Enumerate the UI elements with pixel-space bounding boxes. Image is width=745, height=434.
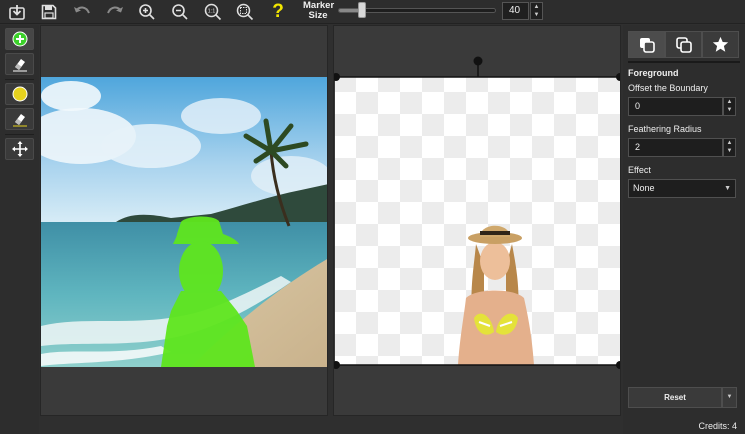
reset-button[interactable]: Reset (628, 387, 722, 408)
marker-size-label-line2: Size (308, 10, 328, 21)
marker-size-input[interactable]: 40 (502, 2, 529, 20)
reset-dropdown-button[interactable]: ▼ (722, 387, 737, 408)
layers-icon (639, 37, 655, 53)
effect-select-value: None (633, 183, 655, 193)
fit-window-button[interactable] (234, 2, 256, 22)
offset-label: Offset the Boundary (628, 83, 708, 93)
zoom-out-icon (172, 4, 188, 20)
redo-icon (107, 6, 123, 14)
panel-tabs (628, 31, 740, 58)
properties-panel: Foreground Offset the Boundary 0 ▲ ▼ Feat… (623, 25, 745, 434)
foreground-tab[interactable] (628, 31, 665, 58)
credits-counter: Credits: 4 (698, 421, 737, 431)
zoom-in-icon (139, 4, 155, 20)
feathering-label: Feathering Radius (628, 124, 702, 134)
star-icon (712, 36, 729, 52)
eraser-icon (12, 114, 27, 127)
marker-size-stepper[interactable]: ▲ ▼ (530, 2, 543, 20)
marker-size-label: Marker Size (303, 1, 334, 21)
result-canvas[interactable] (333, 25, 621, 416)
rotate-handle[interactable] (473, 56, 483, 66)
plus-circle-icon (12, 31, 27, 47)
effect-label: Effect (628, 165, 651, 175)
toolbar: 1:1 ? Marker Size 40 ▲ ▼ (0, 0, 745, 24)
marker-size-slider-thumb[interactable] (357, 2, 366, 18)
feathering-input[interactable]: 2 (628, 138, 723, 157)
fit-to-window-icon (236, 3, 254, 21)
import-icon (9, 5, 25, 20)
undo-button[interactable] (71, 2, 93, 22)
zoom-in-button[interactable] (136, 2, 158, 22)
keep-eraser-tool[interactable] (5, 53, 34, 75)
save-icon (41, 4, 57, 20)
effect-select[interactable]: None ▼ (628, 179, 736, 198)
undo-icon (74, 6, 90, 14)
redo-button[interactable] (104, 2, 126, 22)
tool-palette (0, 25, 39, 434)
favorites-tab[interactable] (702, 31, 739, 58)
import-button[interactable] (6, 2, 28, 22)
source-photo (41, 26, 327, 415)
actual-size-text: 1:1 (208, 9, 216, 15)
feathering-stepper[interactable]: ▲ ▼ (723, 138, 736, 157)
section-title: Foreground (628, 68, 679, 78)
help-icon: ? (272, 1, 284, 22)
tool-separator (5, 79, 34, 80)
tool-separator (5, 134, 34, 135)
keep-marker-tool[interactable] (5, 28, 34, 50)
actual-size-button[interactable]: 1:1 (202, 2, 224, 22)
remove-eraser-tool[interactable] (5, 108, 34, 130)
offset-input[interactable]: 0 (628, 97, 723, 116)
save-button[interactable] (38, 2, 60, 22)
move-tool[interactable] (5, 138, 34, 160)
zoom-out-button[interactable] (169, 2, 191, 22)
source-canvas[interactable] (40, 25, 328, 416)
chevron-down-icon: ▼ (724, 185, 731, 192)
remove-marker-tool[interactable] (5, 83, 34, 105)
help-button[interactable]: ? (267, 1, 289, 22)
background-tab[interactable] (665, 31, 702, 58)
panel-divider (628, 61, 740, 63)
offset-stepper[interactable]: ▲ ▼ (723, 97, 736, 116)
result-preview (334, 56, 620, 369)
eraser-icon (12, 59, 27, 72)
circle-icon (12, 86, 27, 102)
move-icon (11, 141, 28, 157)
layers-outline-icon (675, 36, 692, 53)
actual-size-icon: 1:1 (204, 3, 222, 21)
